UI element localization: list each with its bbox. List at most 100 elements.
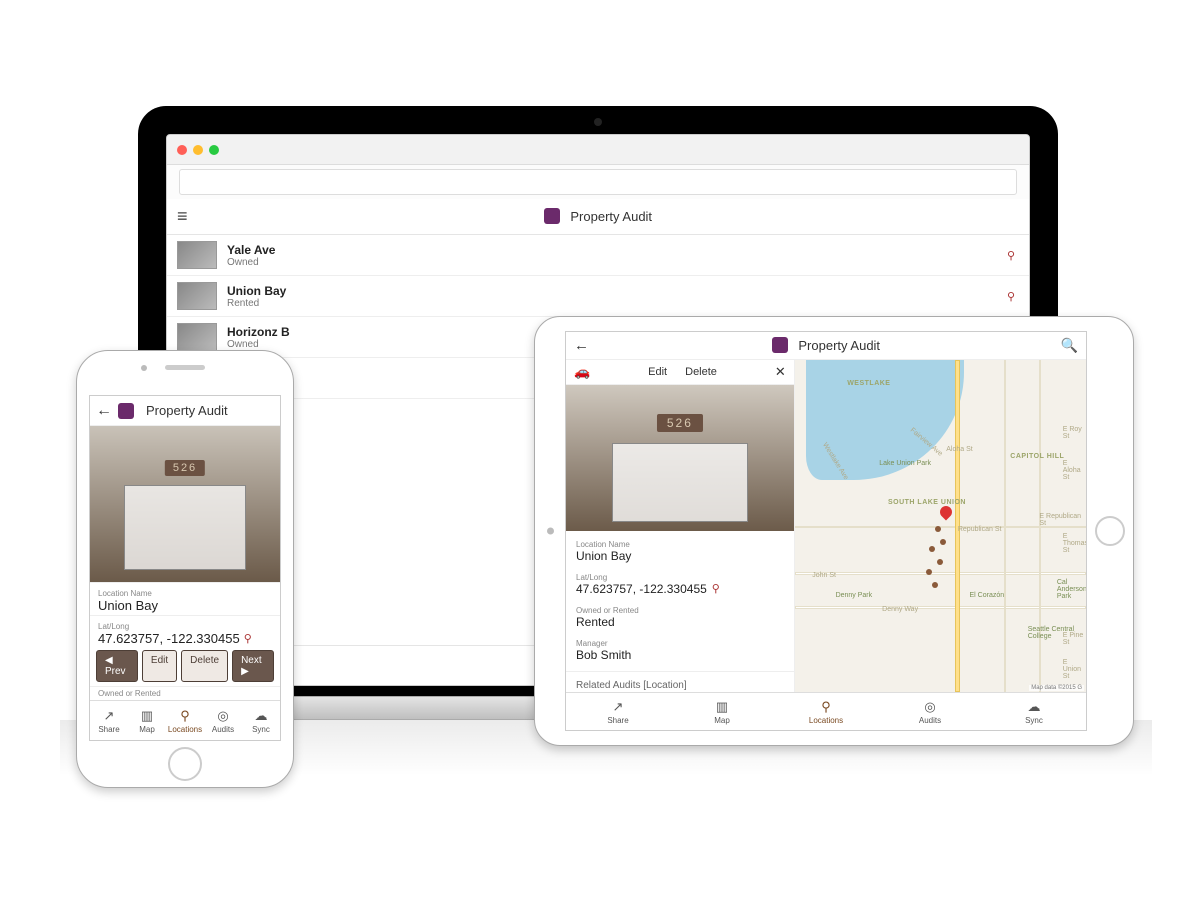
tab-label: Audits: [919, 716, 941, 725]
field-location-name: Location Name Union Bay: [566, 535, 794, 568]
directions-icon[interactable]: 🚗: [574, 364, 590, 380]
map-pane[interactable]: WESTLAKESOUTH LAKE UNIONCAPITOL HILLLake…: [795, 360, 1086, 692]
list-item[interactable]: Yale AveOwned⚲: [167, 235, 1029, 276]
map-pin-icon[interactable]: ⚲: [712, 582, 720, 595]
edit-button[interactable]: Edit: [648, 366, 667, 378]
tab-sync[interactable]: ☁Sync: [242, 701, 280, 740]
map-dot-icon[interactable]: [926, 569, 932, 575]
app-title: Property Audit: [146, 403, 228, 418]
tab-map[interactable]: ▥Map: [128, 701, 166, 740]
back-icon[interactable]: ←: [574, 337, 589, 354]
location-icon: ⚲: [180, 708, 190, 724]
tab-label: Audits: [212, 725, 234, 734]
owned-rented-value: Rented: [576, 615, 784, 629]
manager-label: Manager: [576, 639, 784, 648]
window-close-icon[interactable]: [177, 145, 187, 155]
phone-screen: ← Property Audit 526 Location Name Union…: [89, 395, 281, 741]
owned-rented-label: Owned or Rented: [576, 606, 784, 615]
audits-icon: ◎: [924, 699, 935, 715]
tablet-app-header: ← Property Audit 🔍: [566, 332, 1086, 360]
tablet-body: 🚗 Edit Delete ✕ 526 Location Name Union …: [566, 360, 1086, 692]
next-button[interactable]: Next ▶: [232, 650, 274, 682]
delete-button[interactable]: Delete: [181, 650, 228, 682]
field-location-name: Location Name Union Bay: [90, 582, 280, 615]
tab-label: Share: [98, 725, 119, 734]
laptop-app-header: ≡ Property Audit: [167, 199, 1029, 235]
tab-label: Map: [139, 725, 155, 734]
tab-share[interactable]: ↗Share: [90, 701, 128, 740]
tab-label: Locations: [809, 716, 843, 725]
url-bar[interactable]: [179, 169, 1017, 195]
detail-pane: 🚗 Edit Delete ✕ 526 Location Name Union …: [566, 360, 795, 692]
tab-label: Locations: [168, 725, 202, 734]
map-street-label: Denny Way: [882, 606, 918, 613]
latlong-label: Lat/Long: [576, 573, 784, 582]
tab-locations[interactable]: ⚲Locations: [166, 701, 204, 740]
map-neighborhood-label: CAPITOL HILL: [1010, 453, 1064, 460]
phone-speaker: [165, 365, 205, 370]
search-icon[interactable]: 🔍: [1061, 337, 1078, 354]
hamburger-icon[interactable]: ≡: [177, 206, 188, 227]
tab-sync[interactable]: ☁Sync: [982, 693, 1086, 730]
map-street-label: E Aloha St: [1063, 460, 1086, 481]
map-dot-icon[interactable]: [935, 526, 941, 532]
map-poi-label: El Corazón: [970, 592, 1005, 599]
map-pin-icon[interactable]: ⚲: [244, 632, 252, 645]
building-doors: [124, 485, 246, 569]
detail-toolbar: 🚗 Edit Delete ✕: [566, 360, 794, 385]
property-thumb: [177, 282, 217, 310]
share-icon: ↗: [613, 699, 624, 715]
browser-chrome: [167, 135, 1029, 165]
tab-map[interactable]: ▥Map: [670, 693, 774, 730]
tablet-home-button[interactable]: [1095, 516, 1125, 546]
property-status: Rented: [227, 298, 286, 309]
map-pin-icon[interactable]: ⚲: [1007, 249, 1015, 262]
phone-device: ← Property Audit 526 Location Name Union…: [76, 350, 294, 788]
tab-audits[interactable]: ◎Audits: [878, 693, 982, 730]
latlong-value: 47.623757, -122.330455: [98, 631, 240, 646]
list-item[interactable]: Union BayRented ⚲: [167, 276, 1029, 317]
tab-locations[interactable]: ⚲Locations: [774, 693, 878, 730]
map-street-label: E Thomas St: [1063, 533, 1086, 554]
audits-icon: ◎: [217, 708, 228, 724]
phone-home-button[interactable]: [168, 747, 202, 781]
back-icon[interactable]: ←: [96, 402, 112, 420]
tab-audits[interactable]: ◎Audits: [204, 701, 242, 740]
map-street-label: E Roy St: [1063, 426, 1086, 440]
property-photo: 526: [566, 385, 794, 531]
map-street-label: E Union St: [1063, 659, 1086, 680]
prev-button[interactable]: ◀ Prev: [96, 650, 138, 682]
map-dot-icon[interactable]: [929, 546, 935, 552]
property-thumb: [177, 241, 217, 269]
property-thumb: [177, 323, 217, 351]
edit-button[interactable]: Edit: [142, 650, 177, 682]
app-logo-icon: [118, 403, 134, 419]
map-neighborhood-label: SOUTH LAKE UNION: [888, 499, 966, 506]
tablet-tab-bar: ↗Share▥Map⚲Locations◎Audits☁Sync: [566, 692, 1086, 730]
tab-share[interactable]: ↗Share: [566, 693, 670, 730]
delete-button[interactable]: Delete: [685, 366, 717, 378]
phone-tab-bar: ↗Share▥Map⚲Locations◎Audits☁Sync: [90, 700, 280, 740]
location-name-label: Location Name: [98, 589, 272, 598]
map-neighborhood-label: WESTLAKE: [847, 380, 890, 387]
share-icon: ↗: [104, 708, 115, 724]
record-nav-bar: ◀ Prev Edit Delete Next ▶: [90, 646, 280, 686]
window-minimize-icon[interactable]: [193, 145, 203, 155]
field-owned-rented: Owned or Rented Rented: [566, 601, 794, 634]
tablet-screen: ← Property Audit 🔍 🚗 Edit Delete ✕ 526: [565, 331, 1087, 731]
field-manager: Manager Bob Smith: [566, 634, 794, 667]
app-title: Property Audit: [798, 338, 880, 353]
building-doors: [612, 443, 749, 522]
map-marker-icon[interactable]: [940, 506, 952, 518]
app-title-wrap: Property Audit: [772, 337, 880, 355]
map-road: [795, 606, 1086, 609]
map-pin-icon[interactable]: ⚲: [1007, 290, 1015, 303]
window-zoom-icon[interactable]: [209, 145, 219, 155]
tab-label: Sync: [1025, 716, 1043, 725]
map-road: [795, 572, 1086, 575]
map-poi-label: Cal Anderson Park: [1057, 579, 1086, 600]
property-title: Yale Ave: [227, 243, 275, 257]
property-title: Union Bay: [227, 284, 286, 298]
map-street-label: E Republican St: [1039, 513, 1086, 527]
close-icon[interactable]: ✕: [775, 364, 786, 380]
